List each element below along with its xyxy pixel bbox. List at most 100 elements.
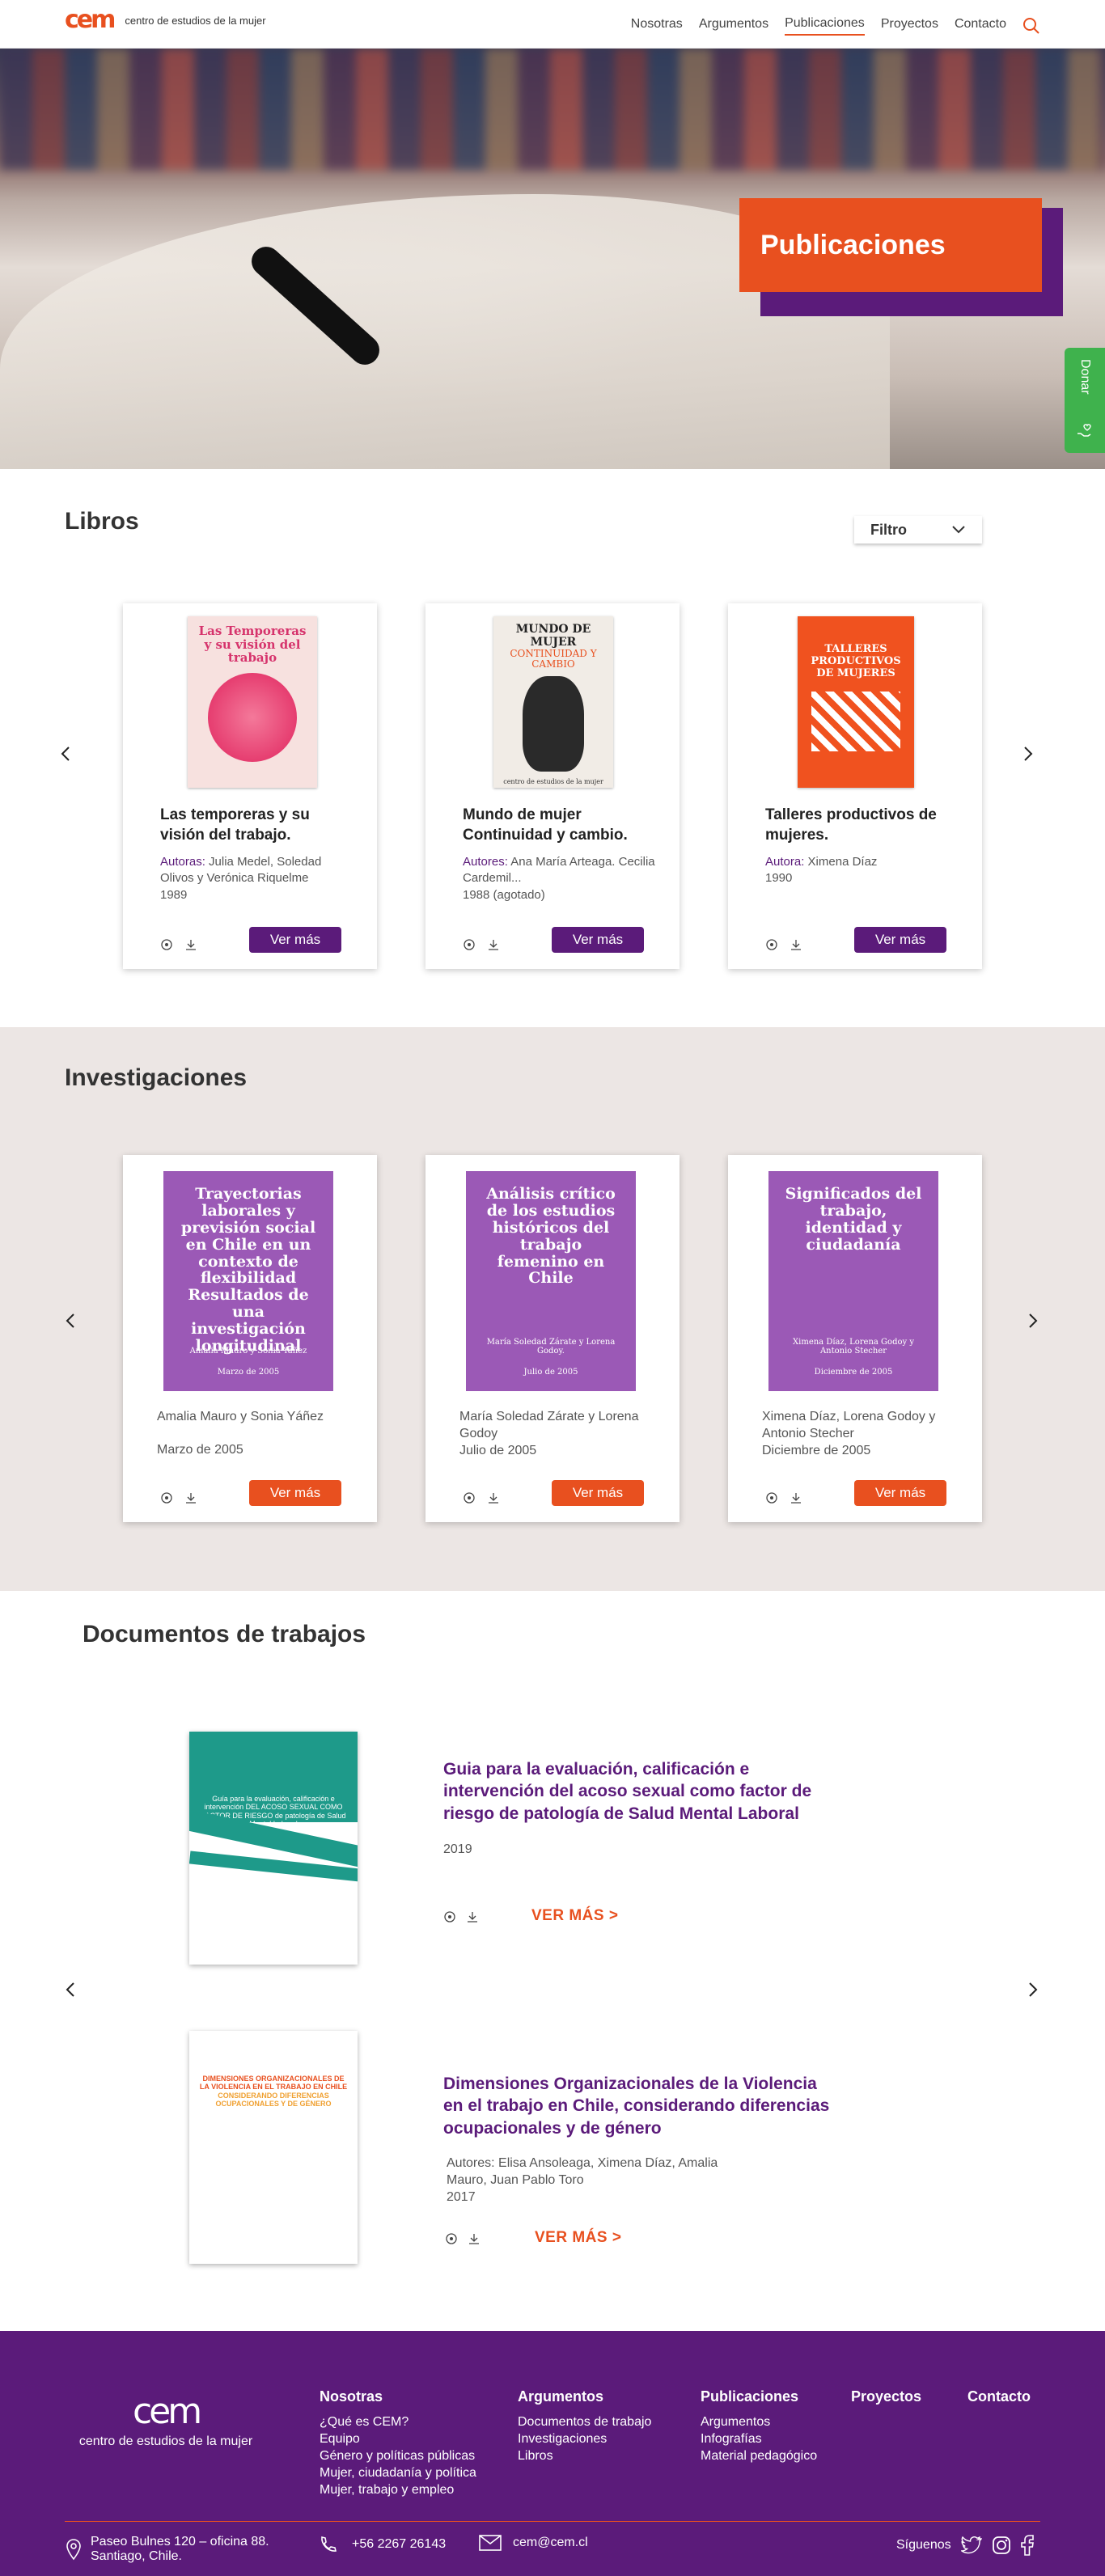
footer-link[interactable]: Argumentos bbox=[701, 2414, 817, 2431]
investigacion-authors: Amalia Mauro y Sonia Yáñez bbox=[157, 1410, 324, 1423]
footer-link[interactable]: Mujer, ciudadanía y política bbox=[320, 2465, 476, 2482]
ver-mas-button[interactable]: Ver más bbox=[854, 1480, 946, 1506]
documento-title[interactable]: Dimensiones Organizacionales de la Viole… bbox=[443, 2073, 840, 2139]
investigacion-cover-authors: Amalia Mauro y Sonia Yáñez bbox=[189, 1347, 307, 1356]
documentos-next-arrow[interactable] bbox=[1021, 1977, 1045, 2002]
donate-button[interactable]: Donar bbox=[1065, 348, 1105, 453]
footer-col-contacto: Contacto bbox=[967, 2388, 1031, 2414]
footer-link[interactable]: Infografías bbox=[701, 2431, 817, 2448]
investigacion-meta: María Soledad Zárate y Lorena Godoy Juli… bbox=[459, 1409, 662, 1459]
book-meta: Autores: Ana María Arteaga. Cecilia Card… bbox=[463, 854, 657, 903]
section-title-investigaciones: Investigaciones bbox=[65, 1064, 248, 1091]
footer-link[interactable]: ¿Qué es CEM? bbox=[320, 2414, 476, 2431]
nav-nosotras[interactable]: Nosotras bbox=[631, 17, 683, 35]
footer-heading[interactable]: Proyectos bbox=[851, 2388, 921, 2406]
investigacion-date: Julio de 2005 bbox=[459, 1443, 537, 1457]
investigacion-cover-title: Análisis crítico de los estudios históri… bbox=[486, 1185, 616, 1288]
footer-phone[interactable]: +56 2267 26143 bbox=[318, 2535, 446, 2554]
documento-title[interactable]: Guia para la evaluación, calificación e … bbox=[443, 1758, 840, 1825]
book-cover[interactable]: TALLERES PRODUCTIVOS DE MUJERES bbox=[798, 616, 914, 788]
footer-link[interactable]: Mujer, trabajo y empleo bbox=[320, 2482, 476, 2499]
share-icon[interactable] bbox=[765, 1491, 778, 1504]
book-cover-art bbox=[523, 676, 584, 772]
book-card: TALLERES PRODUCTIVOS DE MUJERES Talleres… bbox=[728, 603, 982, 969]
documentos-prev-arrow[interactable] bbox=[58, 1977, 83, 2002]
book-authors-label: Autora: bbox=[765, 855, 805, 869]
footer-heading[interactable]: Argumentos bbox=[518, 2388, 651, 2406]
book-cover[interactable]: MUNDO DE MUJER CONTINUIDAD Y CAMBIO cent… bbox=[493, 616, 613, 788]
section-title-libros: Libros bbox=[65, 508, 139, 535]
download-icon[interactable] bbox=[487, 938, 500, 951]
documento-meta: Autores: Elisa Ansoleaga, Ximena Díaz, A… bbox=[447, 2155, 754, 2206]
investigacion-actions bbox=[160, 1491, 197, 1504]
search-icon[interactable] bbox=[1022, 17, 1040, 35]
filter-dropdown[interactable]: Filtro bbox=[854, 516, 982, 544]
download-icon[interactable] bbox=[487, 1491, 500, 1504]
filter-label: Filtro bbox=[870, 521, 907, 538]
footer-link[interactable]: Género y políticas públicas bbox=[320, 2448, 476, 2465]
footer-link[interactable]: Documentos de trabajo bbox=[518, 2414, 651, 2431]
download-icon[interactable] bbox=[468, 2232, 481, 2245]
investigacion-meta: Amalia Mauro y Sonia Yáñez Marzo de 2005 bbox=[157, 1409, 359, 1459]
ver-mas-button[interactable]: Ver más bbox=[552, 927, 644, 953]
documento-cover[interactable]: DIMENSIONES ORGANIZACIONALES DE LA VIOLE… bbox=[189, 2031, 358, 2264]
libros-next-arrow[interactable] bbox=[1016, 742, 1040, 766]
share-icon[interactable] bbox=[443, 1910, 456, 1923]
book-year: 1989 bbox=[160, 887, 188, 902]
footer-email[interactable]: cem@cem.cl bbox=[479, 2535, 588, 2551]
investigaciones-next-arrow[interactable] bbox=[1021, 1309, 1045, 1333]
share-icon[interactable] bbox=[463, 1491, 476, 1504]
download-icon[interactable] bbox=[790, 1491, 802, 1504]
download-icon[interactable] bbox=[466, 1910, 479, 1923]
footer-link[interactable]: Investigaciones bbox=[518, 2431, 651, 2448]
share-icon[interactable] bbox=[160, 1491, 173, 1504]
book-cover[interactable]: Las Temporeras y su visión del trabajo bbox=[188, 616, 317, 788]
footer-heading[interactable]: Contacto bbox=[967, 2388, 1031, 2406]
documento-year: 2017 bbox=[447, 2189, 476, 2204]
ver-mas-button[interactable]: Ver más bbox=[854, 927, 946, 953]
ver-mas-button[interactable]: Ver más bbox=[249, 927, 341, 953]
book-cover-title: TALLERES PRODUCTIVOS DE MUJERES bbox=[811, 643, 901, 679]
book-actions bbox=[160, 938, 197, 951]
logo-text: centro de estudios de la mujer bbox=[125, 14, 266, 27]
footer-logo[interactable]: cem centro de estudios de la mujer bbox=[65, 2394, 267, 2449]
nav-contacto[interactable]: Contacto bbox=[955, 17, 1006, 35]
book-cover-title: Las Temporeras y su visión del trabajo bbox=[198, 624, 307, 665]
investigaciones-prev-arrow[interactable] bbox=[58, 1309, 83, 1333]
download-icon[interactable] bbox=[790, 938, 802, 951]
footer-link[interactable]: Equipo bbox=[320, 2431, 476, 2448]
email-text: cem@cem.cl bbox=[513, 2536, 588, 2549]
logo[interactable]: cem centro de estudios de la mujer bbox=[65, 8, 266, 32]
nav-publicaciones[interactable]: Publicaciones bbox=[785, 16, 865, 36]
footer-link[interactable]: Libros bbox=[518, 2448, 651, 2465]
ver-mas-link[interactable]: VER MÁS > bbox=[531, 1907, 618, 1925]
ver-mas-button[interactable]: Ver más bbox=[552, 1480, 644, 1506]
footer-link[interactable]: Material pedagógico bbox=[701, 2448, 817, 2465]
download-icon[interactable] bbox=[184, 938, 197, 951]
ver-mas-button[interactable]: Ver más bbox=[249, 1480, 341, 1506]
nav-proyectos[interactable]: Proyectos bbox=[881, 17, 938, 35]
facebook-icon[interactable] bbox=[1020, 2535, 1034, 2556]
twitter-icon[interactable] bbox=[960, 2536, 982, 2554]
book-title: Las temporeras y su visión del trabajo. bbox=[160, 806, 310, 844]
share-icon[interactable] bbox=[160, 938, 173, 951]
documento-cover[interactable]: Guía para la evaluación, calificación e … bbox=[189, 1732, 358, 1965]
share-icon[interactable] bbox=[445, 2232, 458, 2245]
book-card: MUNDO DE MUJER CONTINUIDAD Y CAMBIO cent… bbox=[425, 603, 680, 969]
book-year: 1988 (agotado) bbox=[463, 887, 545, 902]
share-icon[interactable] bbox=[765, 938, 778, 951]
download-icon[interactable] bbox=[184, 1491, 197, 1504]
investigacion-cover[interactable]: Análisis crítico de los estudios históri… bbox=[466, 1171, 636, 1391]
footer-heading[interactable]: Publicaciones bbox=[701, 2388, 817, 2406]
investigacion-cover[interactable]: Significados del trabajo, identidad y ci… bbox=[768, 1171, 938, 1391]
investigacion-cover[interactable]: Trayectorias laborales y previsión socia… bbox=[163, 1171, 333, 1391]
nav-argumentos[interactable]: Argumentos bbox=[699, 17, 768, 35]
share-icon[interactable] bbox=[463, 938, 476, 951]
libros-prev-arrow[interactable] bbox=[53, 742, 78, 766]
documento-actions bbox=[445, 2232, 481, 2245]
footer-heading[interactable]: Nosotras bbox=[320, 2388, 476, 2406]
ver-mas-link[interactable]: VER MÁS > bbox=[535, 2229, 621, 2247]
documento-cover-title: Guía para la evaluación, calificación e … bbox=[189, 1732, 358, 1828]
investigacion-cover-date: Marzo de 2005 bbox=[217, 1368, 280, 1377]
instagram-icon[interactable] bbox=[992, 2536, 1011, 2555]
